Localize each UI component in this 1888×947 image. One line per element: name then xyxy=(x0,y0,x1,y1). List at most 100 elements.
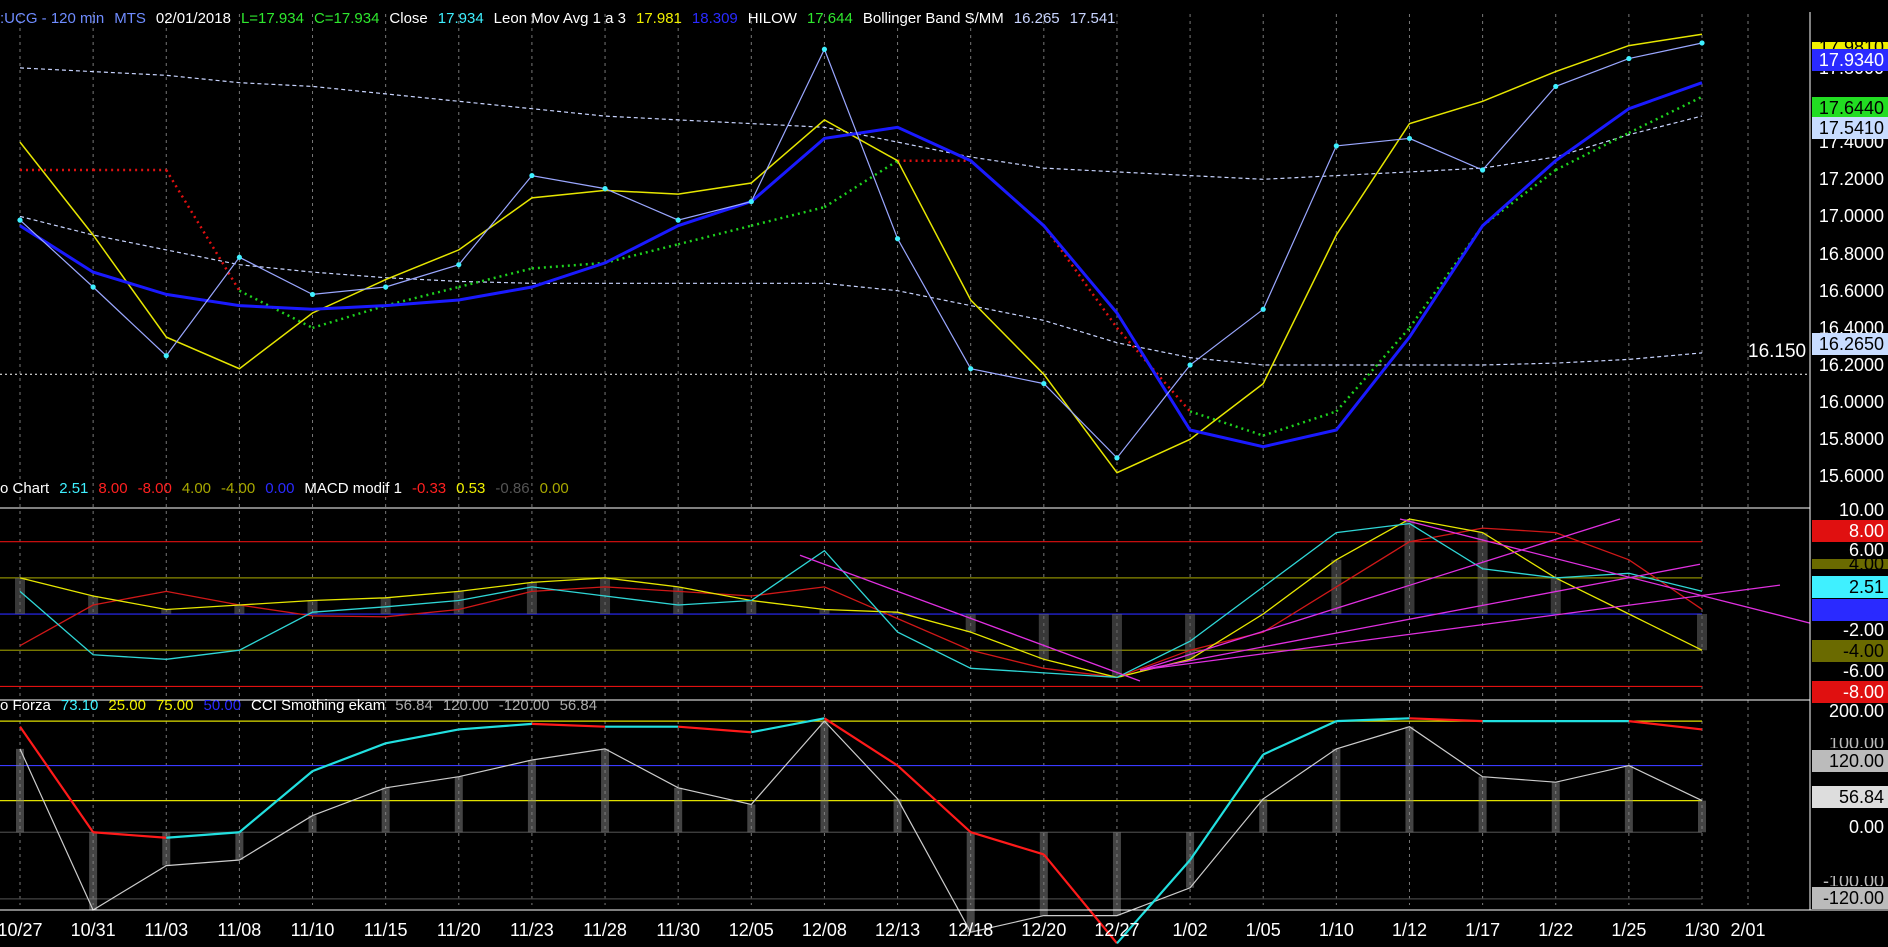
cci-tag-120: 120.00 xyxy=(1812,750,1888,772)
x-tick-label: 1/17 xyxy=(1465,920,1501,940)
cci-c2: 120.00 xyxy=(442,697,489,714)
close-point[interactable] xyxy=(529,172,535,179)
x-tick-label: 1/12 xyxy=(1391,920,1427,940)
macd-v1: 2.51 xyxy=(59,480,89,497)
hilow-segment xyxy=(1335,327,1411,413)
close-point[interactable] xyxy=(1699,40,1705,46)
bb-label: Bollinger Band S/MM xyxy=(862,10,1004,27)
macd-trend-line[interactable] xyxy=(1139,563,1701,671)
hilow-segment xyxy=(823,159,899,209)
macd-tag-m4: -4.00 xyxy=(1812,640,1888,662)
forza-segment xyxy=(531,722,606,728)
macd-trend-line[interactable] xyxy=(799,554,1141,682)
close-point[interactable] xyxy=(1187,362,1193,368)
macd-tick-m2: -2.00 xyxy=(1842,620,1884,640)
close-point[interactable] xyxy=(309,291,316,298)
close-point[interactable] xyxy=(1260,306,1266,312)
cci-tick-0: 0.00 xyxy=(1848,817,1884,837)
close-point[interactable] xyxy=(1333,143,1339,149)
close-point[interactable] xyxy=(894,236,901,242)
close-point[interactable] xyxy=(602,185,608,192)
low-label: L=17.934 xyxy=(240,10,304,27)
hilow-segment xyxy=(750,205,825,227)
cci-smoothing-line xyxy=(19,720,1703,933)
macd-m4: 0.00 xyxy=(539,480,569,497)
macd-v2: 8.00 xyxy=(98,480,128,497)
forza-f4: 50.00 xyxy=(203,697,242,714)
x-tick-label: 1/05 xyxy=(1245,920,1281,940)
macd-v4: 4.00 xyxy=(181,480,212,497)
close-point[interactable] xyxy=(1553,83,1559,90)
cci-header: o Forza 73.10 25.00 75.00 50.00 CCI Smothing … xyxy=(0,696,607,716)
bb-upper-tag: 17.5410 xyxy=(1812,117,1888,139)
cci-tag-m100: -100.00 xyxy=(1822,876,1884,886)
forza-segment xyxy=(678,725,752,734)
forza-f2: 25.00 xyxy=(108,697,146,714)
hilow-tag: 17.6440 xyxy=(1812,97,1888,119)
macd-v5: -4.00 xyxy=(221,480,256,497)
close-point[interactable] xyxy=(17,217,23,223)
x-tick-label: 11/28 xyxy=(583,920,627,940)
x-tick-label: 1/22 xyxy=(1538,920,1574,940)
close-point[interactable] xyxy=(236,254,242,260)
cci-c4: 56.84 xyxy=(559,697,598,714)
hilow-segment xyxy=(604,243,679,265)
vertical-grid xyxy=(19,14,1749,905)
price-tick-label: 17.2000 xyxy=(1818,169,1884,190)
close-point[interactable] xyxy=(383,284,389,290)
x-tick-label: 2/01 xyxy=(1730,920,1766,940)
close-point[interactable] xyxy=(1406,135,1413,142)
close-point[interactable] xyxy=(1041,380,1047,387)
macd-tick-10: 10.00 xyxy=(1838,500,1884,520)
macd-tag-0: 0.00 xyxy=(1812,599,1888,621)
forza-segment xyxy=(458,722,532,731)
macd-chart-label: o Chart xyxy=(0,480,50,497)
macd-tick-6: 6.00 xyxy=(1848,540,1884,560)
chart-canvas[interactable] xyxy=(0,0,1888,947)
cci-c1: 56.84 xyxy=(395,697,433,714)
macd-signal-line xyxy=(19,518,1703,679)
forza-segment xyxy=(19,726,95,833)
cci-tag-5684: 56.84 xyxy=(1812,786,1888,808)
x-tick-label: 11/20 xyxy=(436,920,481,940)
forza-label: o Forza xyxy=(0,697,51,714)
forza-segment xyxy=(238,770,314,834)
close-point[interactable] xyxy=(748,198,754,205)
date-label: 02/01/2018 xyxy=(155,10,231,27)
forza-segment xyxy=(312,742,387,773)
macd-tick-m6: -6.00 xyxy=(1842,661,1884,681)
close-point[interactable] xyxy=(1114,455,1120,461)
x-tick-label: 1/10 xyxy=(1318,920,1354,940)
price-tick-label: 16.0000 xyxy=(1818,392,1884,413)
x-tick-label: 1/02 xyxy=(1172,920,1208,940)
bb-lower-tag: 16.2650 xyxy=(1812,333,1888,355)
price-tick-label: 16.2000 xyxy=(1818,355,1884,375)
forza-segment xyxy=(1628,720,1703,731)
bb-upper-line xyxy=(19,67,1703,180)
x-tick-label: 11/10 xyxy=(290,920,335,940)
cci-tag-100: 100.00 xyxy=(1828,738,1884,748)
hilow-segment xyxy=(677,224,752,246)
price-panel[interactable] xyxy=(0,33,1810,474)
close-point[interactable] xyxy=(456,262,462,268)
price-tick-label: 16.6000 xyxy=(1818,280,1884,301)
x-tick-label: 11/15 xyxy=(363,920,408,940)
close-point[interactable] xyxy=(968,366,974,372)
close-eq-label: C=17.934 xyxy=(313,10,380,27)
leon-mov-avg-line xyxy=(19,33,1703,474)
close-point[interactable] xyxy=(90,284,96,290)
x-tick-label: 12/20 xyxy=(1021,920,1067,940)
close-point[interactable] xyxy=(1480,167,1486,173)
macd-main-line xyxy=(19,522,1703,679)
close-point[interactable] xyxy=(1626,55,1632,62)
close-point[interactable] xyxy=(163,353,169,359)
macd-trend-line[interactable] xyxy=(1139,584,1781,671)
macd-panel[interactable] xyxy=(0,518,1811,688)
ref-line-label: 16.150 xyxy=(1748,341,1807,362)
close-point[interactable] xyxy=(821,46,828,52)
forza-segment xyxy=(823,717,899,767)
hilow-label: HILOW xyxy=(747,10,797,27)
close-point[interactable] xyxy=(675,217,681,223)
close-label: Close xyxy=(389,10,428,27)
macd-modif-label: MACD modif 1 xyxy=(304,480,402,497)
